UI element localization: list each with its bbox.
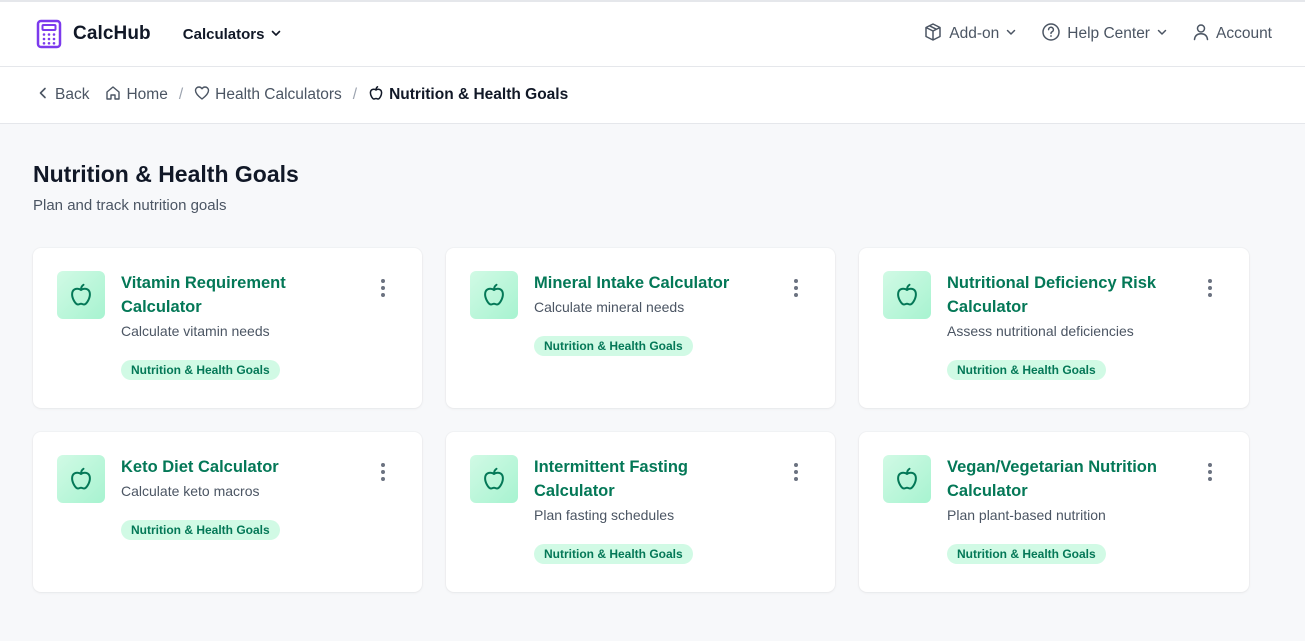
addon-menu[interactable]: Add-on [923, 22, 1017, 47]
home-icon [105, 85, 121, 106]
package-icon [923, 22, 943, 47]
back-link[interactable]: Back [36, 86, 89, 105]
breadcrumb-health-calculators[interactable]: Health Calculators [194, 85, 342, 106]
category-tag: Nutrition & Health Goals [121, 520, 280, 540]
card-title[interactable]: Intermittent Fasting Calculator [534, 455, 771, 503]
more-options-icon[interactable] [1206, 463, 1214, 481]
breadcrumb-category-label: Health Calculators [215, 86, 342, 103]
help-circle-icon [1041, 22, 1061, 47]
apple-icon [470, 271, 518, 319]
card-description: Calculate keto macros [121, 483, 260, 499]
breadcrumb-home[interactable]: Home [105, 85, 168, 106]
apple-icon [57, 455, 105, 503]
heart-icon [194, 85, 210, 106]
chevron-down-icon [1005, 25, 1017, 43]
breadcrumb-home-label: Home [126, 86, 168, 103]
calculator-card[interactable]: Mineral Intake Calculator Calculate mine… [446, 248, 835, 408]
breadcrumb-current-label: Nutrition & Health Goals [389, 86, 569, 103]
back-label: Back [55, 86, 90, 103]
breadcrumb-separator: / [178, 86, 184, 103]
card-title[interactable]: Keto Diet Calculator [121, 455, 358, 479]
card-description: Calculate mineral needs [534, 299, 685, 315]
page-title: Nutrition & Health Goals [33, 161, 299, 187]
category-tag: Nutrition & Health Goals [947, 360, 1106, 380]
card-title[interactable]: Vegan/Vegetarian Nutrition Calculator [947, 455, 1185, 503]
apple-icon [470, 455, 518, 503]
card-description: Assess nutritional deficiencies [947, 323, 1134, 339]
calculators-menu[interactable]: Calculators [183, 26, 283, 43]
card-title[interactable]: Mineral Intake Calculator [534, 271, 771, 295]
chevron-left-icon [36, 86, 50, 105]
category-tag: Nutrition & Health Goals [534, 336, 693, 356]
calculator-grid: Vitamin Requirement Calculator Calculate… [33, 248, 1272, 592]
more-options-icon[interactable] [792, 279, 800, 297]
calculators-menu-label: Calculators [182, 25, 265, 43]
category-tag: Nutrition & Health Goals [121, 360, 280, 380]
breadcrumb: Back Home / Health Calculators / Nutriti… [0, 67, 1305, 124]
apple-icon [883, 271, 931, 319]
calculator-card[interactable]: Vegan/Vegetarian Nutrition Calculator Pl… [859, 432, 1249, 592]
category-tag: Nutrition & Health Goals [534, 544, 693, 564]
more-options-icon[interactable] [1206, 279, 1214, 297]
breadcrumb-separator: / [352, 86, 358, 103]
more-options-icon[interactable] [379, 279, 387, 297]
more-options-icon[interactable] [379, 463, 387, 481]
logo[interactable]: CalcHub [36, 19, 151, 49]
card-title[interactable]: Vitamin Requirement Calculator [121, 271, 358, 319]
card-description: Calculate vitamin needs [121, 323, 270, 339]
apple-icon [368, 85, 384, 106]
main-content: Nutrition & Health Goals Plan and track … [0, 124, 1305, 592]
page-subtitle: Plan and track nutrition goals [33, 197, 227, 214]
chevron-down-icon [1156, 25, 1168, 43]
help-center-label: Help Center [1067, 25, 1150, 42]
calculator-card[interactable]: Vitamin Requirement Calculator Calculate… [33, 248, 422, 408]
card-description: Plan plant-based nutrition [947, 507, 1106, 523]
category-tag: Nutrition & Health Goals [947, 544, 1106, 564]
user-icon [1192, 23, 1210, 46]
calculator-icon [36, 19, 62, 49]
app-name: CalcHub [73, 23, 151, 44]
apple-icon [883, 455, 931, 503]
addon-menu-label: Add-on [949, 25, 1000, 42]
account-menu[interactable]: Account [1192, 23, 1272, 46]
top-nav: CalcHub Calculators Add-on Help Center A… [0, 2, 1305, 67]
more-options-icon[interactable] [792, 463, 800, 481]
help-center-menu[interactable]: Help Center [1041, 22, 1168, 47]
card-title[interactable]: Nutritional Deficiency Risk Calculator [947, 271, 1185, 319]
account-label: Account [1215, 25, 1272, 42]
apple-icon [57, 271, 105, 319]
calculator-card[interactable]: Keto Diet Calculator Calculate keto macr… [33, 432, 422, 592]
breadcrumb-current: Nutrition & Health Goals [368, 85, 568, 106]
calculator-card[interactable]: Intermittent Fasting Calculator Plan fas… [446, 432, 835, 592]
card-description: Plan fasting schedules [534, 507, 675, 523]
calculator-card[interactable]: Nutritional Deficiency Risk Calculator A… [859, 248, 1249, 408]
chevron-down-icon [270, 26, 282, 43]
